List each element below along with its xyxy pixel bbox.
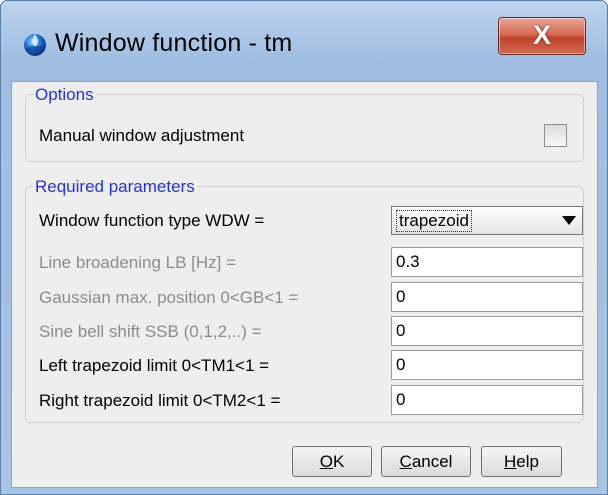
ssb-field[interactable]: 0 [391,316,583,346]
manual-adjustment-checkbox[interactable] [544,124,567,147]
title-bar[interactable]: Window function - tm X [1,1,607,81]
cancel-button[interactable]: Cancel [381,446,471,477]
close-button[interactable]: X [498,17,586,55]
ok-button[interactable]: OK [292,446,372,477]
help-label: elp [516,452,539,471]
app-logo-icon [24,34,46,56]
tm1-field[interactable]: 0 [391,350,583,380]
lb-field[interactable]: 0.3 [391,247,583,277]
gb-field[interactable]: 0 [391,282,583,312]
options-group-title: Options [33,85,96,105]
chevron-down-icon[interactable] [562,216,576,225]
cancel-label: ancel [411,452,453,471]
help-mnemonic: H [504,452,517,471]
help-button[interactable]: Help [481,446,562,477]
wdw-select[interactable]: trapezoid [391,206,583,235]
ok-label: K [332,452,345,471]
lb-label: Line broadening LB [Hz] = [39,253,237,272]
tm2-label: Right trapezoid limit 0<TM2<1 = [39,391,281,410]
dialog-window: Window function - tm X Options Manual wi… [0,0,608,495]
ok-mnemonic: O [319,452,333,471]
window-title: Window function - tm [55,29,293,57]
ssb-label: Sine bell shift SSB (0,1,2,..) = [39,322,262,341]
gb-label: Gaussian max. position 0<GB<1 = [39,288,299,307]
close-icon: X [532,20,551,50]
wdw-selected-value: trapezoid [396,210,472,232]
cancel-mnemonic: C [399,452,412,471]
dialog-content: Options Manual window adjustment Require… [11,81,598,488]
required-parameters-title: Required parameters [33,177,197,197]
tm1-label: Left trapezoid limit 0<TM1<1 = [39,356,270,375]
tm2-field[interactable]: 0 [391,385,583,415]
manual-adjustment-label: Manual window adjustment [39,126,245,145]
wdw-label: Window function type WDW = [39,211,265,230]
